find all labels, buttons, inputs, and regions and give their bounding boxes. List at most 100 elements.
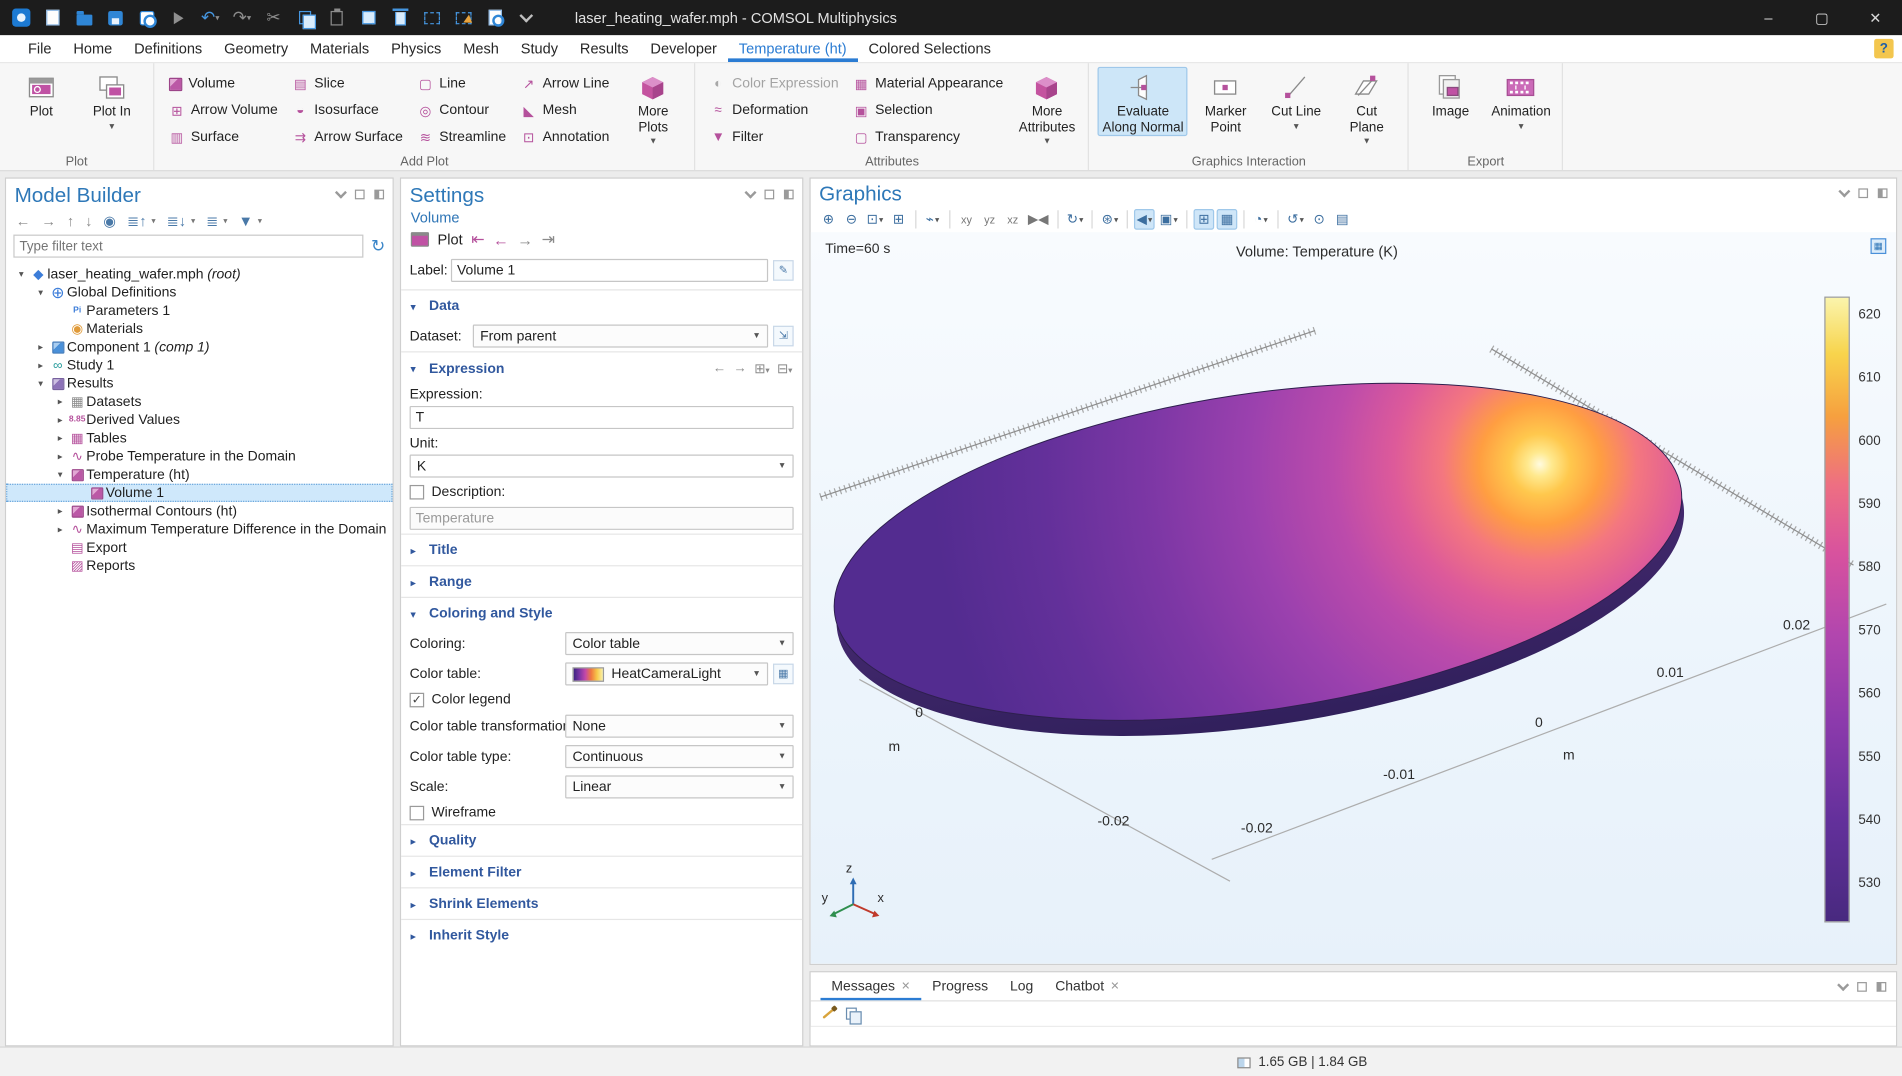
copy-icon[interactable] <box>290 5 319 31</box>
close-icon[interactable]: ✕ <box>901 980 910 993</box>
tab-geometry[interactable]: Geometry <box>213 35 299 62</box>
tab-mesh[interactable]: Mesh <box>452 35 510 62</box>
section-shrink-elements[interactable]: ▸ Shrink Elements <box>401 887 802 919</box>
help-icon[interactable]: ? <box>1874 39 1893 58</box>
deselect-box-icon[interactable] <box>448 5 477 31</box>
tree-item-temperature-ht[interactable]: ▾ Temperature (ht) <box>6 465 392 483</box>
panel-pin-icon[interactable] <box>374 190 384 200</box>
animation-export-button[interactable]: Animation ▼ <box>1488 67 1554 136</box>
panel-menu-icon[interactable] <box>744 187 756 199</box>
expander-icon[interactable]: ▾ <box>33 378 49 389</box>
cut-plane-button[interactable]: Cut Plane ▼ <box>1334 67 1400 151</box>
expander-icon[interactable]: ▸ <box>52 524 68 535</box>
duplicate-icon[interactable] <box>354 5 383 31</box>
run-icon[interactable] <box>164 5 193 31</box>
first-plot-icon[interactable]: ⇤ <box>471 230 484 249</box>
tab-study[interactable]: Study <box>510 35 569 62</box>
section-range[interactable]: ▸ Range <box>401 565 802 597</box>
tab-messages[interactable]: Messages ✕ <box>820 972 921 1000</box>
expander-icon[interactable]: ▾ <box>13 269 29 280</box>
add-contour-item[interactable]: ◎Contour <box>411 97 512 124</box>
tree-item-study[interactable]: ▸ ∞ Study 1 <box>6 356 392 374</box>
tree-item-root[interactable]: ▾ ◆ laser_heating_wafer.mph (root) <box>6 265 392 283</box>
expander-icon[interactable]: ▸ <box>52 451 68 462</box>
collapse-up-icon[interactable]: ≣↑ <box>127 213 147 230</box>
plot-in-button[interactable]: Plot In ▼ <box>79 67 145 136</box>
zoom-box-icon[interactable]: ⊡▾ <box>864 209 886 230</box>
rename-icon[interactable]: ✎ <box>773 260 794 281</box>
find-icon[interactable] <box>480 5 509 31</box>
save-icon[interactable] <box>101 5 130 31</box>
select-box-icon[interactable] <box>417 5 446 31</box>
add-isosurface-item[interactable]: ◒Isosurface <box>286 97 409 124</box>
deformation-item[interactable]: ≈Deformation <box>704 97 844 124</box>
next-expression-icon[interactable]: → <box>734 361 747 377</box>
expander-icon[interactable]: ▸ <box>52 506 68 517</box>
tab-log[interactable]: Log <box>999 972 1044 1000</box>
tab-chatbot[interactable]: Chatbot ✕ <box>1044 972 1130 1000</box>
zoom-in-icon[interactable]: ⊕ <box>818 209 839 230</box>
zoom-extents-icon[interactable]: ⊞ <box>888 209 909 230</box>
add-slice-item[interactable]: ▤Slice <box>286 70 409 97</box>
color-table-transformation-select[interactable]: None ▼ <box>565 715 793 738</box>
refresh-icon[interactable]: ↻ <box>371 236 385 257</box>
expander-icon[interactable]: ▸ <box>33 342 49 353</box>
collapse-down-icon[interactable]: ≣↓ <box>167 213 187 230</box>
paste-icon[interactable] <box>322 5 351 31</box>
unit-select[interactable]: K ▼ <box>410 455 794 478</box>
graphics-canvas[interactable]: Time=60 s Volume: Temperature (K) ▦ 620 … <box>811 232 1896 964</box>
chevron-down-icon[interactable]: ▾ <box>151 216 155 226</box>
tab-progress[interactable]: Progress <box>921 972 999 1000</box>
customize-toolbar-icon[interactable] <box>512 5 541 31</box>
expander-icon[interactable]: ▾ <box>33 287 49 298</box>
panel-float-icon[interactable] <box>1857 981 1867 991</box>
section-quality[interactable]: ▸ Quality <box>401 824 802 856</box>
print-icon[interactable]: ▤ <box>1332 209 1353 230</box>
evaluate-along-normal-button[interactable]: Evaluate Along Normal <box>1098 67 1188 136</box>
selection-item[interactable]: ▣Selection <box>847 97 1009 124</box>
scene-projection-icon[interactable]: ▶◀ <box>1025 209 1050 230</box>
add-streamline-item[interactable]: ≋Streamline <box>411 124 512 151</box>
window-layout-icon[interactable]: ▣▾ <box>1157 209 1180 230</box>
close-icon[interactable]: ✕ <box>1110 980 1119 993</box>
last-plot-icon[interactable]: ⇥ <box>542 230 555 249</box>
reset-update-icon[interactable]: ↺▾ <box>1285 209 1307 230</box>
add-line-item[interactable]: ▢Line <box>411 70 512 97</box>
plot-icon[interactable] <box>411 232 429 247</box>
color-table-settings-icon[interactable]: ▦ <box>773 664 794 685</box>
cut-line-button[interactable]: Cut Line ▼ <box>1263 67 1329 136</box>
more-attributes-button[interactable]: More Attributes ▼ <box>1014 67 1080 151</box>
tab-home[interactable]: Home <box>62 35 123 62</box>
description-checkbox[interactable] <box>410 485 425 500</box>
section-element-filter[interactable]: ▸ Element Filter <box>401 856 802 888</box>
plot-properties-icon[interactable]: ◔▾ <box>1251 209 1272 230</box>
tree-item-tables[interactable]: ▸ ▦ Tables <box>6 429 392 447</box>
tree-item-probe-temperature[interactable]: ▸ ∿ Probe Temperature in the Domain <box>6 447 392 465</box>
tab-materials[interactable]: Materials <box>299 35 380 62</box>
view-xz-icon[interactable]: xz <box>1002 209 1023 230</box>
next-plot-icon[interactable]: → <box>517 230 533 248</box>
tree-item-isothermal-contours[interactable]: ▸ Isothermal Contours (ht) <box>6 502 392 520</box>
settings-plot-button[interactable]: Plot <box>438 231 463 248</box>
add-volume-item[interactable]: Volume <box>163 70 284 97</box>
panel-menu-icon[interactable] <box>1837 978 1849 990</box>
go-to-default-view-icon[interactable]: ⌁▾ <box>922 209 943 230</box>
coloring-select[interactable]: Color table ▼ <box>565 632 793 655</box>
previous-plot-icon[interactable]: ← <box>493 230 509 248</box>
show-icon[interactable]: ◉ <box>103 213 116 230</box>
tab-file[interactable]: File <box>17 35 62 62</box>
save-as-icon[interactable] <box>132 5 161 31</box>
back-icon[interactable]: ← <box>16 213 31 230</box>
panel-float-icon[interactable] <box>355 190 365 200</box>
color-table-select[interactable]: HeatCameraLight ▼ <box>565 662 768 685</box>
add-arrow-surface-item[interactable]: ⇉Arrow Surface <box>286 124 409 151</box>
material-appearance-item[interactable]: ▦Material Appearance <box>847 70 1009 97</box>
filter-item[interactable]: ▼Filter <box>704 124 844 151</box>
expander-icon[interactable]: ▸ <box>52 433 68 444</box>
expression-input[interactable] <box>410 406 794 429</box>
panel-menu-icon[interactable] <box>335 187 347 199</box>
chevron-down-icon[interactable]: ▾ <box>223 216 227 226</box>
section-expression[interactable]: ▾ Expression ← → ⊞▾ ⊟▾ <box>401 351 802 384</box>
3d-scene[interactable] <box>811 232 1896 964</box>
move-down-icon[interactable]: ↓ <box>85 213 92 230</box>
